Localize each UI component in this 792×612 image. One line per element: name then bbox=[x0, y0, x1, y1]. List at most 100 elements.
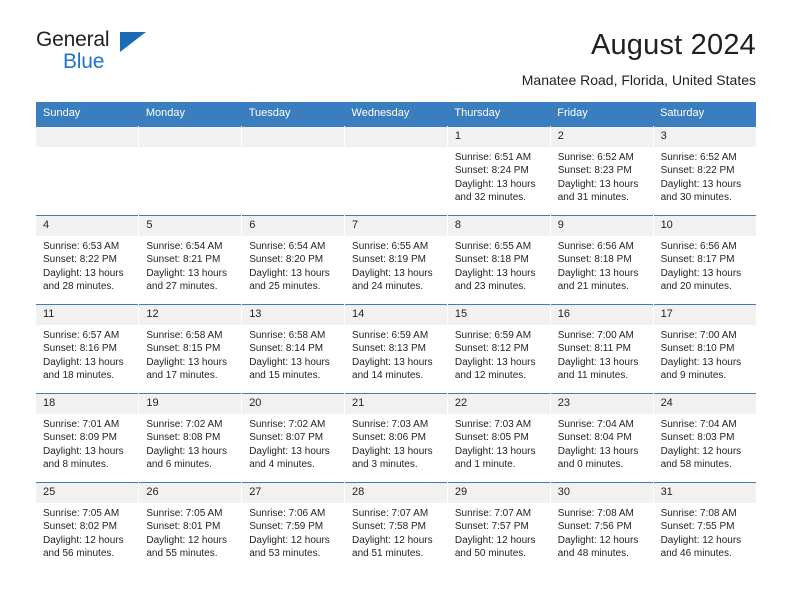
day-number bbox=[242, 126, 345, 147]
day-number: 8 bbox=[447, 215, 550, 236]
day-detail-line: Daylight: 13 hours bbox=[249, 356, 330, 368]
calendar-day-cell[interactable]: 23 Sunrise: 7:04 AM Sunset: 8:04 PM Dayligh… bbox=[550, 392, 654, 483]
day-detail-line: Sunrise: 6:58 AM bbox=[146, 329, 223, 341]
weekday-header-sunday: Sunday bbox=[36, 101, 139, 127]
day-detail-line: Sunset: 8:21 PM bbox=[146, 254, 221, 266]
day-detail-line: Sunset: 8:02 PM bbox=[43, 521, 117, 533]
day-details: Sunrise: 6:59 AM Sunset: 8:13 PM Daylight:… bbox=[345, 325, 447, 383]
day-number: 14 bbox=[345, 304, 447, 325]
calendar-day-cell[interactable]: 19 Sunrise: 7:02 AM Sunset: 8:08 PM Dayligh… bbox=[138, 392, 243, 483]
calendar-day-cell[interactable]: 25 Sunrise: 7:05 AM Sunset: 8:02 PM Dayligh… bbox=[36, 481, 140, 572]
calendar-day-cell[interactable]: 4 Sunrise: 6:53 AM Sunset: 8:22 PM Daylight… bbox=[36, 214, 140, 305]
day-number: 2 bbox=[550, 126, 653, 147]
day-details: Sunrise: 6:58 AM Sunset: 8:14 PM Daylight:… bbox=[242, 325, 344, 383]
day-detail-line: Sunrise: 7:03 AM bbox=[454, 418, 532, 430]
calendar-day-cell[interactable]: 2 Sunrise: 6:52 AM Sunset: 8:23 PM Daylight… bbox=[550, 125, 654, 216]
calendar-day-cell[interactable]: 16 Sunrise: 7:00 AM Sunset: 8:11 PM Dayligh… bbox=[550, 303, 654, 394]
calendar-day-cell[interactable]: 22 Sunrise: 7:03 AM Sunset: 8:05 PM Dayligh… bbox=[447, 392, 551, 483]
calendar-day-cell[interactable]: 21 Sunrise: 7:03 AM Sunset: 8:06 PM Dayligh… bbox=[344, 392, 448, 483]
day-number bbox=[36, 126, 139, 147]
day-detail-line: and 9 minutes. bbox=[660, 370, 727, 382]
day-number: 22 bbox=[447, 393, 550, 414]
calendar-day-cell[interactable]: 17 Sunrise: 7:00 AM Sunset: 8:10 PM Dayligh… bbox=[653, 303, 756, 394]
day-detail-line: Daylight: 13 hours bbox=[43, 356, 124, 368]
day-detail-line: Daylight: 12 hours bbox=[43, 534, 124, 546]
day-detail-line: Daylight: 13 hours bbox=[660, 178, 742, 190]
day-detail-line: and 4 minutes. bbox=[249, 459, 315, 471]
day-detail-line: Daylight: 13 hours bbox=[146, 267, 227, 279]
day-detail-line: Sunset: 7:59 PM bbox=[249, 521, 324, 533]
calendar-day-cell[interactable]: 28 Sunrise: 7:07 AM Sunset: 7:58 PM Dayligh… bbox=[344, 481, 448, 572]
day-detail-line: Sunset: 8:18 PM bbox=[557, 254, 632, 266]
calendar-body: 1 Sunrise: 6:51 AM Sunset: 8:24 PM Daylight… bbox=[36, 125, 756, 572]
day-detail-line: Sunrise: 7:08 AM bbox=[557, 507, 634, 519]
calendar-day-cell-empty bbox=[36, 125, 140, 216]
day-number: 11 bbox=[36, 304, 139, 325]
day-detail-line: and 48 minutes. bbox=[557, 548, 629, 560]
day-details: Sunrise: 6:59 AM Sunset: 8:12 PM Daylight:… bbox=[448, 325, 550, 383]
day-detail-line: Sunrise: 6:58 AM bbox=[249, 329, 326, 341]
day-detail-line: Sunset: 8:19 PM bbox=[352, 254, 426, 266]
calendar-day-cell[interactable]: 26 Sunrise: 7:05 AM Sunset: 8:01 PM Dayligh… bbox=[138, 481, 243, 572]
calendar-day-cell[interactable]: 5 Sunrise: 6:54 AM Sunset: 8:21 PM Daylight… bbox=[138, 214, 243, 305]
day-number: 29 bbox=[447, 482, 550, 503]
calendar-day-cell[interactable]: 27 Sunrise: 7:06 AM Sunset: 7:59 PM Dayligh… bbox=[241, 481, 346, 572]
day-detail-line: Sunset: 8:09 PM bbox=[43, 432, 117, 444]
calendar-day-cell[interactable]: 31 Sunrise: 7:08 AM Sunset: 7:55 PM Dayligh… bbox=[653, 481, 756, 572]
day-detail-line: and 50 minutes. bbox=[454, 548, 527, 560]
calendar-day-cell[interactable]: 6 Sunrise: 6:54 AM Sunset: 8:20 PM Daylight… bbox=[241, 214, 346, 305]
calendar-day-cell[interactable]: 20 Sunrise: 7:02 AM Sunset: 8:07 PM Dayligh… bbox=[241, 392, 346, 483]
day-detail-line: Daylight: 12 hours bbox=[557, 534, 639, 546]
calendar-day-cell[interactable]: 10 Sunrise: 6:56 AM Sunset: 8:17 PM Dayligh… bbox=[653, 214, 756, 305]
day-detail-line: Sunset: 8:03 PM bbox=[660, 432, 735, 444]
day-number: 13 bbox=[242, 304, 345, 325]
day-detail-line: Sunrise: 7:02 AM bbox=[146, 418, 223, 430]
day-detail-line: Sunset: 8:04 PM bbox=[557, 432, 632, 444]
day-detail-line: Daylight: 13 hours bbox=[660, 356, 742, 368]
calendar-day-cell[interactable]: 18 Sunrise: 7:01 AM Sunset: 8:09 PM Dayligh… bbox=[36, 392, 140, 483]
calendar-day-cell[interactable]: 14 Sunrise: 6:59 AM Sunset: 8:13 PM Dayligh… bbox=[344, 303, 448, 394]
day-detail-line: Daylight: 12 hours bbox=[146, 534, 227, 546]
day-detail-line: Sunrise: 6:59 AM bbox=[352, 329, 429, 341]
calendar-day-cell[interactable]: 12 Sunrise: 6:58 AM Sunset: 8:15 PM Dayligh… bbox=[138, 303, 243, 394]
calendar-day-cell[interactable]: 11 Sunrise: 6:57 AM Sunset: 8:16 PM Dayligh… bbox=[36, 303, 140, 394]
triangle-icon bbox=[120, 32, 146, 52]
day-detail-line: Sunset: 8:20 PM bbox=[249, 254, 324, 266]
day-detail-line: Sunset: 8:13 PM bbox=[352, 343, 426, 355]
day-detail-line: and 58 minutes. bbox=[660, 459, 732, 471]
calendar-day-cell[interactable]: 15 Sunrise: 6:59 AM Sunset: 8:12 PM Dayligh… bbox=[447, 303, 551, 394]
day-number: 31 bbox=[653, 482, 756, 503]
day-details: Sunrise: 6:57 AM Sunset: 8:16 PM Daylight:… bbox=[36, 325, 138, 383]
calendar-day-cell[interactable]: 30 Sunrise: 7:08 AM Sunset: 7:56 PM Dayligh… bbox=[550, 481, 654, 572]
calendar-day-cell[interactable]: 7 Sunrise: 6:55 AM Sunset: 8:19 PM Daylight… bbox=[344, 214, 448, 305]
calendar-day-cell[interactable]: 9 Sunrise: 6:56 AM Sunset: 8:18 PM Daylight… bbox=[550, 214, 654, 305]
calendar-day-cell[interactable]: 13 Sunrise: 6:58 AM Sunset: 8:14 PM Dayligh… bbox=[241, 303, 346, 394]
day-details: Sunrise: 7:00 AM Sunset: 8:11 PM Daylight:… bbox=[551, 325, 653, 383]
day-detail-line: and 25 minutes. bbox=[249, 281, 321, 293]
day-detail-line: Daylight: 13 hours bbox=[454, 356, 536, 368]
day-detail-line: and 1 minute. bbox=[454, 459, 516, 471]
day-details: Sunrise: 6:54 AM Sunset: 8:21 PM Daylight:… bbox=[139, 236, 241, 294]
day-detail-line: Sunrise: 7:06 AM bbox=[249, 507, 326, 519]
day-number bbox=[345, 126, 447, 147]
day-detail-line: and 11 minutes. bbox=[557, 370, 629, 382]
calendar-day-cell[interactable]: 3 Sunrise: 6:52 AM Sunset: 8:22 PM Daylight… bbox=[653, 125, 756, 216]
calendar-day-cell[interactable]: 29 Sunrise: 7:07 AM Sunset: 7:57 PM Dayligh… bbox=[447, 481, 551, 572]
day-number: 12 bbox=[139, 304, 242, 325]
calendar-day-cell[interactable]: 24 Sunrise: 7:04 AM Sunset: 8:03 PM Dayligh… bbox=[653, 392, 756, 483]
calendar-day-cell[interactable]: 8 Sunrise: 6:55 AM Sunset: 8:18 PM Daylight… bbox=[447, 214, 551, 305]
day-details: Sunrise: 7:03 AM Sunset: 8:06 PM Daylight:… bbox=[345, 414, 447, 472]
day-number: 19 bbox=[139, 393, 242, 414]
day-detail-line: Sunrise: 6:53 AM bbox=[43, 240, 120, 252]
day-detail-line: Daylight: 12 hours bbox=[660, 534, 742, 546]
day-detail-line: and 32 minutes. bbox=[454, 192, 527, 204]
day-detail-line: and 55 minutes. bbox=[146, 548, 218, 560]
day-detail-line: Sunrise: 7:07 AM bbox=[352, 507, 429, 519]
day-details: Sunrise: 6:53 AM Sunset: 8:22 PM Daylight:… bbox=[36, 236, 138, 294]
day-details: Sunrise: 7:00 AM Sunset: 8:10 PM Daylight:… bbox=[654, 325, 756, 383]
day-detail-line: Sunrise: 7:01 AM bbox=[43, 418, 120, 430]
calendar-day-cell[interactable]: 1 Sunrise: 6:51 AM Sunset: 8:24 PM Daylight… bbox=[447, 125, 551, 216]
weekday-header-wednesday: Wednesday bbox=[344, 101, 448, 127]
day-detail-line: Daylight: 13 hours bbox=[660, 267, 742, 279]
weekday-header-row: Sunday Monday Tuesday Wednesday Thursday… bbox=[36, 101, 756, 127]
